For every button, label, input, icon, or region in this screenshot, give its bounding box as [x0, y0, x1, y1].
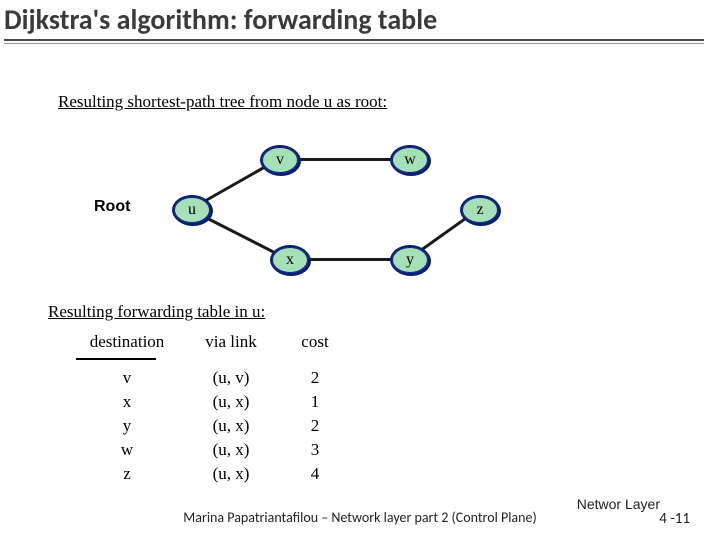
- cell-dest: w: [72, 440, 182, 460]
- cell-link: (u, x): [186, 464, 276, 484]
- footer-center-text: Marina Papatriantafilou – Network layer …: [0, 509, 720, 526]
- cell-link: (u, x): [186, 416, 276, 436]
- cell-dest: y: [72, 416, 182, 436]
- table-row: x (u, x) 1: [72, 392, 350, 416]
- table-row: v (u, v) 2: [72, 368, 350, 392]
- title-underline-thin: [4, 43, 704, 44]
- node-x: x: [270, 245, 310, 275]
- root-label: Root: [94, 198, 130, 216]
- slide: Dijkstra's algorithm: forwarding table R…: [0, 0, 720, 540]
- cell-cost: 1: [280, 392, 350, 412]
- cell-link: (u, x): [186, 392, 276, 412]
- col-header-destination: destination: [72, 332, 182, 358]
- node-label: z: [476, 201, 483, 219]
- node-label: x: [286, 251, 294, 269]
- node-u: u: [172, 195, 212, 225]
- node-z: z: [460, 195, 500, 225]
- cell-cost: 4: [280, 464, 350, 484]
- cell-link: (u, x): [186, 440, 276, 460]
- cell-cost: 2: [280, 416, 350, 436]
- forwarding-table: destination via link cost v (u, v) 2 x (…: [72, 332, 350, 488]
- col-header-cost: cost: [280, 332, 350, 358]
- title-underline-thick: [4, 39, 704, 41]
- cell-link: (u, v): [186, 368, 276, 388]
- cell-cost: 3: [280, 440, 350, 460]
- node-label: v: [276, 151, 284, 169]
- tree-subheading: Resulting shortest-path tree from node u…: [58, 92, 387, 112]
- col-header-link: via link: [186, 332, 276, 358]
- node-w: w: [390, 145, 430, 175]
- title-block: Dijkstra's algorithm: forwarding table: [4, 2, 704, 44]
- table-row: z (u, x) 4: [72, 464, 350, 488]
- node-label: u: [188, 201, 196, 219]
- table-subheading: Resulting forwarding table in u:: [48, 302, 265, 322]
- footer-page-number: 4 -11: [659, 510, 690, 528]
- node-y: y: [390, 245, 430, 275]
- table-row: y (u, x) 2: [72, 416, 350, 440]
- table-header-row: destination via link cost: [72, 332, 350, 358]
- node-v: v: [260, 145, 300, 175]
- table-row: w (u, x) 3: [72, 440, 350, 464]
- node-label: y: [406, 251, 414, 269]
- page-title: Dijkstra's algorithm: forwarding table: [4, 2, 704, 37]
- cell-cost: 2: [280, 368, 350, 388]
- header-underline: [76, 358, 156, 360]
- node-label: w: [404, 151, 416, 169]
- cell-dest: x: [72, 392, 182, 412]
- cell-dest: z: [72, 464, 182, 484]
- shortest-path-tree: u v w x y z Root: [120, 120, 500, 280]
- cell-dest: v: [72, 368, 182, 388]
